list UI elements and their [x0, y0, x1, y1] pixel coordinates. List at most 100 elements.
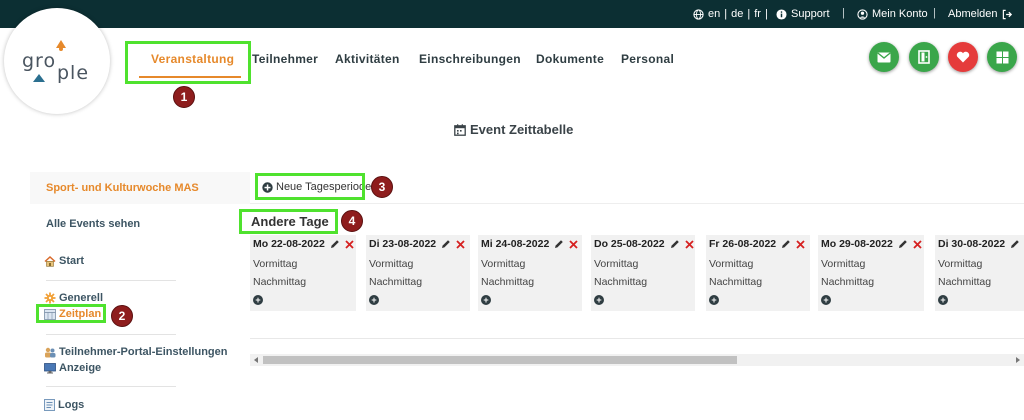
delete-x-icon[interactable]	[796, 239, 805, 249]
slot-morning[interactable]: Vormittag	[821, 258, 865, 270]
annotation-badge-2: 2	[111, 305, 133, 327]
globe-icon	[693, 8, 704, 20]
door-button[interactable]	[909, 42, 939, 72]
add-slot-icon[interactable]: +	[709, 295, 719, 305]
user-circle-icon	[857, 8, 868, 20]
logout-label: Abmelden	[948, 8, 998, 20]
delete-x-icon[interactable]	[345, 239, 354, 249]
top-bar: en | de | fr | Support | Mein Konto | Ab…	[0, 0, 1024, 28]
sidebar-item-start[interactable]: Start	[44, 255, 84, 267]
slot-afternoon[interactable]: Nachmittag	[253, 276, 306, 288]
sidebar-item-label: Logs	[58, 399, 85, 411]
slot-morning[interactable]: Vormittag	[594, 258, 638, 270]
pencil-icon[interactable]	[670, 239, 680, 249]
sidebar-event-name[interactable]: Sport- und Kulturwoche MAS	[46, 182, 199, 194]
lang-separator: |	[764, 8, 768, 20]
day-label: Do 25-08-2022	[594, 238, 665, 250]
delete-x-icon[interactable]	[569, 239, 578, 249]
logout-link[interactable]: Abmelden	[948, 8, 1013, 20]
sidebar-all-events-link[interactable]: Alle Events sehen	[46, 218, 140, 230]
lang-en-link[interactable]: en	[708, 8, 720, 20]
calendar-icon	[454, 123, 466, 136]
scroll-left-arrow-icon[interactable]	[253, 357, 259, 363]
add-slot-icon[interactable]: +	[938, 295, 948, 305]
support-link[interactable]: Support	[776, 8, 830, 20]
highlight-box-zeitplan	[36, 304, 106, 323]
day-label: Fr 26-08-2022	[709, 238, 777, 250]
sidebar-item-generell[interactable]: Generell	[44, 292, 103, 304]
slot-morning[interactable]: Vormittag	[481, 258, 525, 270]
grid-icon	[996, 51, 1008, 63]
pencil-icon[interactable]	[330, 239, 340, 249]
mail-button[interactable]	[869, 42, 899, 72]
gear-icon	[44, 292, 56, 304]
add-slot-icon[interactable]: +	[594, 295, 604, 305]
delete-x-icon[interactable]	[456, 239, 465, 249]
nav-tab-aktivitaeten[interactable]: Aktivitäten	[335, 52, 400, 66]
day-label: Mi 24-08-2022	[481, 238, 550, 250]
day-header: Do 25-08-2022	[594, 238, 694, 250]
delete-x-icon[interactable]	[913, 239, 922, 249]
support-label: Support	[791, 8, 830, 20]
sidebar-item-portal-settings[interactable]: Teilnehmer-Portal-Einstellungen	[44, 346, 228, 358]
add-slot-icon[interactable]: +	[821, 295, 831, 305]
highlight-box-andere-tage	[239, 209, 338, 234]
grid-button[interactable]	[987, 42, 1017, 72]
favorite-button[interactable]	[948, 42, 978, 72]
highlight-box-new-period	[255, 173, 365, 200]
sign-out-icon	[1002, 9, 1012, 19]
add-slot-icon[interactable]: +	[369, 295, 379, 305]
pencil-icon[interactable]	[898, 239, 908, 249]
lang-fr-link[interactable]: fr	[754, 8, 761, 20]
groople-logo[interactable]: gro ple	[4, 8, 110, 114]
nav-tab-einschreibungen[interactable]: Einschreibungen	[419, 52, 521, 66]
nav-tab-dokumente[interactable]: Dokumente	[536, 52, 604, 66]
timetable-divider	[250, 338, 1024, 339]
annotation-badge-4: 4	[341, 210, 363, 232]
slot-afternoon[interactable]: Nachmittag	[938, 276, 991, 288]
slot-afternoon[interactable]: Nachmittag	[594, 276, 647, 288]
add-slot-icon[interactable]: +	[481, 295, 491, 305]
nav-tab-teilnehmer[interactable]: Teilnehmer	[252, 52, 318, 66]
pencil-icon[interactable]	[1010, 239, 1020, 249]
day-header: Di 23-08-2022	[369, 238, 465, 250]
add-slot-icon[interactable]: +	[253, 295, 263, 305]
day-column: Mi 24-08-2022 Vormittag Nachmittag +	[478, 235, 582, 311]
monitor-icon	[44, 362, 56, 373]
slot-afternoon[interactable]: Nachmittag	[709, 276, 762, 288]
topbar-separator: |	[933, 7, 936, 19]
delete-x-icon[interactable]	[684, 239, 694, 249]
page-title: Event Zeittabelle	[454, 122, 573, 137]
scroll-right-arrow-icon[interactable]	[1015, 357, 1021, 363]
day-column: Do 25-08-2022 Vormittag Nachmittag +	[591, 235, 695, 311]
users-icon	[45, 347, 56, 357]
annotation-badge-1: 1	[173, 86, 195, 108]
nav-tab-personal[interactable]: Personal	[621, 52, 674, 66]
slot-morning[interactable]: Vormittag	[253, 258, 297, 270]
sidebar-divider	[46, 334, 176, 335]
day-header: Fr 26-08-2022	[709, 238, 805, 250]
scrollbar-thumb[interactable]	[263, 356, 737, 364]
heart-icon	[956, 51, 970, 63]
slot-afternoon[interactable]: Nachmittag	[369, 276, 422, 288]
slot-afternoon[interactable]: Nachmittag	[821, 276, 874, 288]
logo-text-second: ple	[57, 62, 90, 84]
logo-orange-figure-icon	[56, 40, 66, 51]
pencil-icon[interactable]	[441, 239, 451, 249]
slot-morning[interactable]: Vormittag	[709, 258, 753, 270]
account-label: Mein Konto	[872, 8, 928, 20]
lang-de-link[interactable]: de	[731, 8, 743, 20]
slot-morning[interactable]: Vormittag	[369, 258, 413, 270]
slot-morning[interactable]: Vormittag	[938, 258, 982, 270]
day-header: Mi 24-08-2022	[481, 238, 578, 250]
pencil-icon[interactable]	[781, 239, 791, 249]
lang-separator: |	[747, 8, 751, 20]
sidebar-item-anzeige[interactable]: Anzeige	[44, 362, 101, 374]
highlight-box-veranstaltung	[125, 41, 251, 84]
slot-afternoon[interactable]: Nachmittag	[481, 276, 534, 288]
door-icon	[918, 50, 930, 64]
pencil-icon[interactable]	[554, 239, 564, 249]
account-link[interactable]: Mein Konto	[857, 8, 928, 20]
sidebar-item-logs[interactable]: Logs	[44, 399, 84, 411]
day-column: Di 30-08-2022 Vormittag Nachmittag +	[935, 235, 1024, 311]
